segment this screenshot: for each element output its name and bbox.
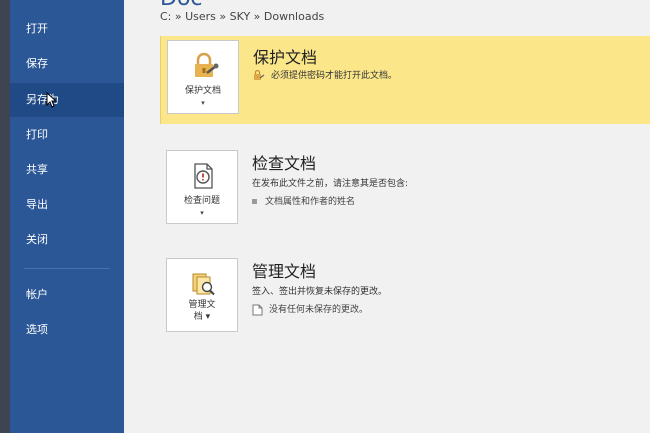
breadcrumb[interactable]: C: » Users » SKY » Downloads [160,10,324,23]
inspect-document-icon [194,163,213,189]
protect-description-text: 必须提供密码才能打开此文档。 [271,71,398,81]
check-issues-button[interactable]: 检查问题 ▾ [166,150,238,224]
manage-document-button[interactable]: 管理文 档 ▾ [166,258,238,332]
nav-export[interactable]: 导出 [10,188,124,222]
nav-account[interactable]: 帐户 [10,278,124,312]
nav-save-as[interactable]: 另存为 [10,83,124,117]
section-title: 检查文档 [252,154,317,173]
document-small-icon [252,304,263,315]
protect-tile-label: 保护文档 [184,86,221,96]
nav-close[interactable]: 关闭 [10,223,124,257]
nav-open[interactable]: 打开 [10,12,124,46]
manage-document-icon [192,273,215,296]
mouse-cursor-icon [46,92,58,108]
manage-tile-label-line1: 管理文 [188,300,216,310]
manage-status-text: 没有任何未保存的更改。 [269,305,369,315]
check-issues-label: 检查问题 [183,196,220,206]
lock-key-icon [195,52,219,77]
nav-options[interactable]: 选项 [10,313,124,347]
protect-document-button[interactable]: 保护文档 ▾ [167,40,239,114]
inspect-bullet: 文档属性和作者的姓名 [252,194,355,207]
section-title: 管理文档 [252,262,317,281]
manage-tile-label-line2: 档 ▾ [193,312,211,322]
lock-small-icon [254,70,265,80]
protect-description: 必须提供密码才能打开此文档。 [253,68,397,81]
manage-document-section: 管理文 档 ▾ 管理文档 签入、签出并恢复未保存的更改。 没有任何未保存的更改。 [160,254,650,342]
manage-tile-label: 管理文 档 ▾ [167,299,237,323]
nav-print[interactable]: 打印 [10,118,124,152]
nav-save[interactable]: 保存 [10,47,124,81]
bullet-icon [252,199,257,204]
nav-share[interactable]: 共享 [10,153,124,187]
chevron-down-icon: ▾ [200,209,204,217]
backstage-sidebar: 打开 保存 另存为 打印 共享 导出 关闭 帐户 选项 [10,0,124,433]
chevron-down-icon: ▾ [201,99,205,107]
inspect-description: 在发布此文件之前，请注意其是否包含: [252,179,409,189]
inspect-document-section: 检查问题 ▾ 检查文档 在发布此文件之前，请注意其是否包含: 文档属性和作者的姓… [160,146,650,234]
manage-status: 没有任何未保存的更改。 [252,302,368,316]
protect-document-section: 保护文档 ▾ 保护文档 必须提供密码才能打开此文档。 [160,36,650,124]
nav-divider [24,268,110,269]
main-panel: Doc C: » Users » SKY » Downloads 保护文档 ▾ … [124,0,650,433]
inspect-bullet-text: 文档属性和作者的姓名 [265,197,356,207]
manage-description: 签入、签出并恢复未保存的更改。 [252,287,388,297]
section-title: 保护文档 [253,48,318,67]
window-edge [0,0,10,433]
